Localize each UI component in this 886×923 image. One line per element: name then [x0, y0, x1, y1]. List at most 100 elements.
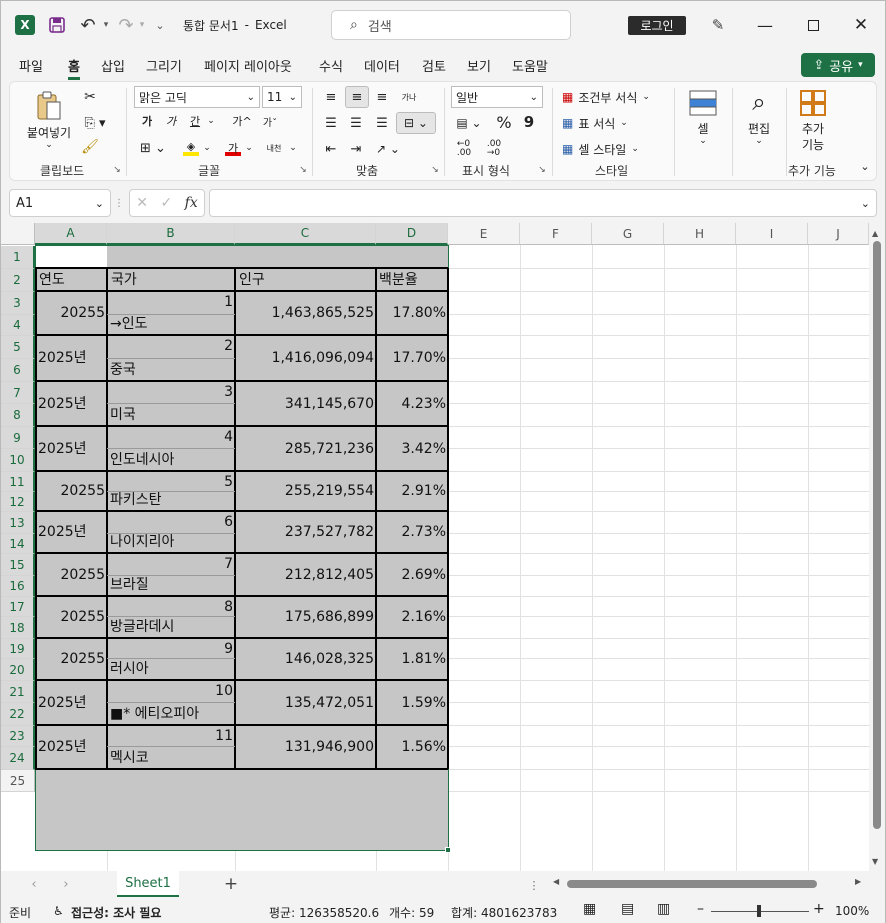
tab-view[interactable]: 보기	[467, 56, 491, 75]
underline-dropdown-icon[interactable]: ⌄	[206, 112, 216, 130]
row-header-7[interactable]: 7	[1, 382, 35, 404]
scroll-up-icon[interactable]: ▲	[872, 229, 878, 238]
column-header-f[interactable]: F	[520, 223, 592, 245]
font-size-select[interactable]: 11 ⌄	[262, 86, 302, 108]
column-header-b[interactable]: B	[107, 223, 235, 245]
page-layout-view-icon[interactable]: ▤	[621, 901, 634, 917]
paste-icon[interactable]	[32, 88, 66, 124]
next-sheet-icon[interactable]: ›	[59, 877, 73, 892]
clipboard-launcher-icon[interactable]: ↘	[112, 164, 122, 176]
column-header-g[interactable]: G	[592, 223, 664, 245]
align-center-icon[interactable]: ☰	[347, 114, 365, 132]
comma-style-button[interactable]: 9	[522, 112, 536, 132]
row-header-22[interactable]: 22	[1, 703, 35, 726]
format-painter-icon[interactable]: 🖌	[80, 138, 100, 156]
scroll-right-icon[interactable]: ▶	[855, 877, 861, 886]
row-header-19[interactable]: 19	[1, 639, 35, 659]
add-ins-icon[interactable]	[798, 88, 828, 118]
zoom-out-icon[interactable]: –	[697, 901, 704, 917]
number-launcher-icon[interactable]: ↘	[537, 164, 547, 176]
increase-indent-icon[interactable]: ⇥	[347, 140, 365, 158]
status-average[interactable]: 평균: 126358520.6	[269, 904, 379, 921]
scroll-down-icon[interactable]: ▼	[872, 857, 878, 866]
row-header-15[interactable]: 15	[1, 554, 35, 576]
row-header-8[interactable]: 8	[1, 404, 35, 427]
align-left-icon[interactable]: ☰	[322, 114, 340, 132]
prev-sheet-icon[interactable]: ‹	[27, 877, 41, 892]
font-name-select[interactable]: 맑은 고딕 ⌄	[134, 86, 260, 108]
format-as-table-button[interactable]: ▦ 표 서식 ⌄	[562, 112, 642, 134]
accessibility-status[interactable]: 접근성: 조사 필요	[71, 904, 161, 921]
undo-icon[interactable]: ↶	[77, 15, 99, 36]
copy-icon[interactable]: ⎘ ▾	[80, 114, 110, 132]
row-header-17[interactable]: 17	[1, 597, 35, 617]
vertical-scrollbar[interactable]: ▲ ▼	[869, 223, 885, 871]
add-sheet-button[interactable]: +	[221, 874, 241, 894]
editing-dropdown-icon[interactable]: ⌄	[754, 136, 764, 146]
cells-icon[interactable]	[686, 88, 720, 118]
row-header-13[interactable]: 13	[1, 512, 35, 534]
insert-function-button[interactable]: fx	[185, 195, 198, 211]
row-header-11[interactable]: 11	[1, 472, 35, 492]
number-format-select[interactable]: 일반 ⌄	[451, 86, 543, 108]
status-count[interactable]: 개수: 59	[389, 904, 434, 921]
row-header-9[interactable]: 9	[1, 427, 35, 449]
row-header-25[interactable]: 25	[1, 770, 35, 792]
column-header-h[interactable]: H	[664, 223, 736, 245]
column-header-j[interactable]: J	[808, 223, 869, 245]
maximize-button[interactable]	[801, 15, 825, 35]
percent-style-button[interactable]: %	[494, 112, 514, 132]
row-header-4[interactable]: 4	[1, 315, 35, 336]
row-header-23[interactable]: 23	[1, 726, 35, 747]
row-header-2[interactable]: 2	[1, 269, 35, 292]
scroll-left-icon[interactable]: ◀	[553, 877, 559, 886]
tab-draw[interactable]: 그리기	[146, 56, 182, 75]
column-header-a[interactable]: A	[35, 223, 107, 245]
align-top-icon[interactable]: ≡	[322, 88, 340, 106]
font-color-dropdown-icon[interactable]: ⌄	[244, 138, 254, 158]
row-header-16[interactable]: 16	[1, 576, 35, 597]
phonetic-button[interactable]: 내천	[264, 138, 284, 158]
cut-icon[interactable]: ✂	[80, 88, 100, 106]
conditional-formatting-button[interactable]: ▦ 조건부 서식 ⌄	[562, 86, 662, 108]
font-launcher-icon[interactable]: ↘	[298, 164, 308, 176]
row-header-14[interactable]: 14	[1, 534, 35, 554]
row-header-1[interactable]: 1	[1, 246, 35, 269]
row-header-3[interactable]: 3	[1, 292, 35, 315]
accessibility-icon[interactable]: ♿	[53, 904, 64, 918]
name-box[interactable]: A1 ⌄	[9, 189, 111, 217]
paste-label[interactable]: 붙여넣기	[22, 124, 76, 140]
shrink-font-button[interactable]: 가ˇ	[260, 112, 280, 130]
undo-dropdown-icon[interactable]: ▾	[101, 15, 111, 35]
tab-home[interactable]: 홈	[68, 56, 80, 80]
fill-color-icon[interactable]: ◈	[180, 138, 202, 158]
row-header-12[interactable]: 12	[1, 492, 35, 512]
formula-input[interactable]: ⌄	[209, 189, 877, 217]
decrease-decimal-icon[interactable]: .00 →0	[484, 140, 504, 158]
tab-splitter-icon[interactable]: ⋮	[529, 877, 540, 893]
cells-label[interactable]: 셀	[690, 120, 716, 136]
accounting-format-icon[interactable]: ▤ ⌄	[452, 114, 486, 132]
column-header-c[interactable]: C	[235, 223, 376, 245]
confirm-entry-icon[interactable]: ✓	[160, 195, 172, 211]
row-header-18[interactable]: 18	[1, 617, 35, 639]
close-button[interactable]: ✕	[849, 15, 873, 35]
vertical-scroll-thumb[interactable]	[873, 241, 881, 829]
tab-review[interactable]: 검토	[422, 56, 446, 75]
add-ins-label-line2[interactable]: 기능	[796, 136, 830, 152]
worksheet-grid[interactable]: A B C D E F G H I J 1 2 3 4 5 6 7 8 9 10 11 12 13 14 15 16 17 18 19 2…	[1, 223, 885, 871]
collapse-ribbon-icon[interactable]: ⌄	[858, 158, 872, 174]
align-bottom-icon[interactable]: ≡	[373, 88, 391, 106]
column-header-d[interactable]: D	[376, 223, 448, 245]
italic-button[interactable]: 가	[164, 112, 178, 130]
tab-insert[interactable]: 삽입	[101, 56, 125, 75]
increase-decimal-icon[interactable]: ←0.00	[454, 140, 474, 158]
row-header-10[interactable]: 10	[1, 449, 35, 472]
tab-file[interactable]: 파일	[19, 56, 43, 75]
login-button[interactable]: 로그인	[628, 16, 686, 35]
fill-color-dropdown-icon[interactable]: ⌄	[202, 138, 212, 158]
row-header-24[interactable]: 24	[1, 747, 35, 770]
orientation-icon[interactable]: ↗ ⌄	[372, 140, 404, 158]
minimize-button[interactable]: —	[753, 15, 777, 35]
search-box[interactable]: ⌕ 검색	[331, 10, 571, 40]
